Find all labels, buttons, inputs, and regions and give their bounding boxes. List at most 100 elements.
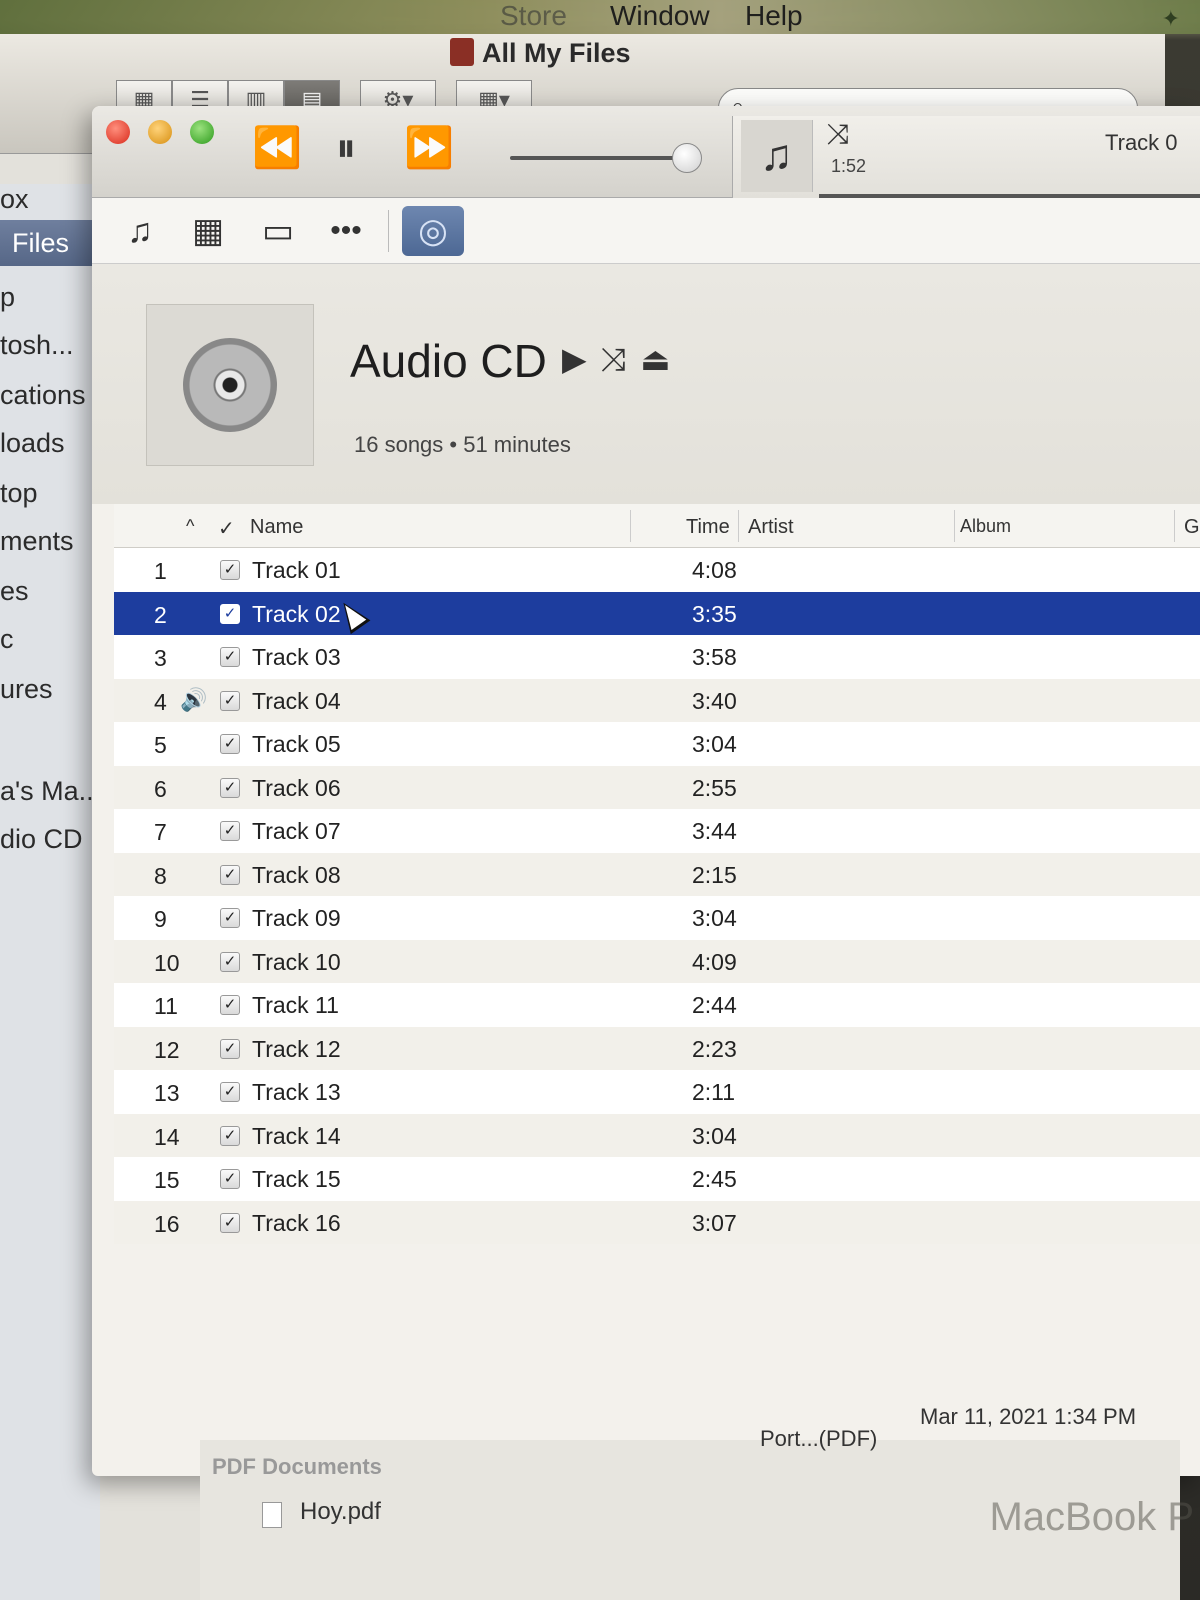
table-row[interactable]: 10 ✓ Track 10 4:09 bbox=[114, 939, 1200, 983]
track-number: 3 bbox=[154, 645, 167, 671]
table-row[interactable]: 6 ✓ Track 06 2:55 bbox=[114, 765, 1200, 809]
music-note-icon: ♫ bbox=[741, 120, 813, 192]
track-checkbox[interactable]: ✓ bbox=[220, 908, 240, 928]
table-row[interactable]: 5 ✓ Track 05 3:04 bbox=[114, 722, 1200, 766]
track-number: 2 bbox=[154, 601, 167, 628]
macbook-bezel-label: MacBook P bbox=[989, 1495, 1194, 1539]
table-row[interactable]: 13 ✓ Track 13 2:11 bbox=[114, 1070, 1200, 1114]
track-number: 10 bbox=[154, 949, 180, 976]
shuffle-cd-icon[interactable]: ⤨ bbox=[601, 341, 641, 377]
music-icon[interactable]: ♫ bbox=[114, 208, 166, 254]
menu-help[interactable]: Help bbox=[745, 0, 803, 32]
now-playing-title: Track 0 bbox=[1105, 130, 1178, 155]
itunes-window: ⏪ ⏸ ⏩ ♫ ⤨ 1:52 Track 0 ♫ ▦ ▭ ••• ◎ Audio… bbox=[92, 106, 1200, 1476]
table-row[interactable]: 4 🔊 ✓ Track 04 3:40 bbox=[114, 678, 1200, 722]
track-checkbox[interactable]: ✓ bbox=[220, 560, 240, 580]
cd-header: Audio CD ▶⤨⏏ 16 songs • 51 minutes bbox=[92, 264, 1200, 504]
cd-icon[interactable]: ◎ bbox=[402, 206, 464, 256]
table-row[interactable]: 2 ✓ Track 02 3:35 bbox=[114, 591, 1200, 635]
track-name: Track 16 bbox=[252, 1209, 341, 1236]
track-number: 5 bbox=[154, 732, 167, 758]
track-time: 2:55 bbox=[692, 774, 737, 801]
file-name[interactable]: Hoy.pdf bbox=[300, 1498, 381, 1526]
track-name: Track 14 bbox=[252, 1122, 341, 1149]
track-number: 9 bbox=[154, 906, 167, 932]
track-checkbox[interactable]: ✓ bbox=[220, 647, 240, 667]
minimize-button[interactable] bbox=[148, 120, 172, 144]
column-name[interactable]: Name bbox=[250, 516, 303, 539]
menu-store[interactable]: Store bbox=[500, 0, 567, 32]
track-checkbox[interactable]: ✓ bbox=[220, 864, 240, 885]
table-row[interactable]: 12 ✓ Track 12 2:23 bbox=[114, 1026, 1200, 1070]
column-genre[interactable]: G bbox=[1184, 516, 1200, 539]
track-number: 12 bbox=[154, 1036, 180, 1063]
shuffle-icon[interactable]: ⤨ bbox=[827, 118, 849, 151]
media-source-bar: ♫ ▦ ▭ ••• ◎ bbox=[92, 198, 1200, 264]
column-divider bbox=[630, 510, 631, 542]
volume-slider[interactable] bbox=[510, 156, 688, 160]
track-time: 3:04 bbox=[692, 1122, 737, 1149]
speaker-icon: 🔊 bbox=[180, 686, 208, 712]
finder-title: All My Files bbox=[450, 38, 631, 69]
track-checkbox[interactable]: ✓ bbox=[220, 777, 240, 798]
table-row[interactable]: 1 ✓ Track 01 4:08 bbox=[114, 548, 1200, 592]
track-time: 3:04 bbox=[692, 905, 737, 931]
cd-title: Audio CD bbox=[350, 335, 547, 387]
track-name: Track 01 bbox=[252, 557, 341, 583]
sort-indicator-icon[interactable]: ^ bbox=[186, 516, 194, 537]
track-number: 8 bbox=[154, 862, 167, 889]
file-kind: Port...(PDF) bbox=[760, 1426, 878, 1451]
track-time: 2:23 bbox=[692, 1035, 737, 1062]
zoom-button[interactable] bbox=[190, 120, 214, 144]
track-name: Track 06 bbox=[252, 774, 341, 801]
track-checkbox[interactable]: ✓ bbox=[220, 1038, 240, 1059]
track-number: 6 bbox=[154, 775, 167, 802]
table-row[interactable]: 9 ✓ Track 09 3:04 bbox=[114, 896, 1200, 940]
column-check[interactable]: ✓ bbox=[218, 516, 235, 541]
table-row[interactable]: 7 ✓ Track 07 3:44 bbox=[114, 809, 1200, 853]
track-checkbox[interactable]: ✓ bbox=[220, 1125, 240, 1146]
table-row[interactable]: 8 ✓ Track 08 2:15 bbox=[114, 852, 1200, 896]
fast-forward-icon[interactable]: ⏩ bbox=[404, 128, 454, 168]
tv-icon[interactable]: ▭ bbox=[252, 208, 304, 254]
track-time: 4:08 bbox=[692, 557, 737, 583]
track-time: 2:15 bbox=[692, 861, 737, 888]
track-time: 2:45 bbox=[692, 1166, 737, 1192]
play-icon[interactable]: ▶ bbox=[562, 341, 601, 377]
rewind-icon[interactable]: ⏪ bbox=[252, 128, 302, 168]
column-album[interactable]: Album bbox=[960, 516, 1011, 537]
source-divider bbox=[388, 210, 389, 252]
disc-icon bbox=[183, 338, 277, 432]
all-my-files-icon bbox=[450, 38, 474, 66]
track-checkbox[interactable]: ✓ bbox=[220, 821, 240, 841]
track-time: 3:40 bbox=[692, 687, 737, 714]
track-number: 1 bbox=[154, 558, 167, 584]
track-checkbox[interactable]: ✓ bbox=[220, 690, 240, 711]
table-row[interactable]: 11 ✓ Track 11 2:44 bbox=[114, 983, 1200, 1027]
pause-icon[interactable]: ⏸ bbox=[336, 128, 356, 168]
track-checkbox[interactable]: ✓ bbox=[220, 734, 240, 754]
table-row[interactable]: 3 ✓ Track 03 3:58 bbox=[114, 635, 1200, 679]
column-time[interactable]: Time bbox=[686, 516, 730, 539]
column-artist[interactable]: Artist bbox=[748, 516, 794, 539]
table-row[interactable]: 16 ✓ Track 16 3:07 bbox=[114, 1200, 1200, 1244]
close-button[interactable] bbox=[106, 120, 130, 144]
menu-window[interactable]: Window bbox=[610, 0, 710, 32]
column-divider bbox=[954, 510, 955, 542]
track-checkbox[interactable]: ✓ bbox=[220, 1082, 240, 1102]
table-row[interactable]: 15 ✓ Track 15 2:45 bbox=[114, 1157, 1200, 1201]
file-date: Mar 11, 2021 1:34 PM bbox=[920, 1404, 1137, 1429]
track-checkbox[interactable]: ✓ bbox=[220, 1169, 240, 1189]
track-number: 14 bbox=[154, 1123, 180, 1150]
track-checkbox[interactable]: ✓ bbox=[220, 951, 240, 972]
dropbox-icon[interactable]: ✦ bbox=[1162, 6, 1180, 32]
volume-knob[interactable] bbox=[672, 143, 702, 173]
eject-icon[interactable]: ⏏ bbox=[640, 341, 684, 377]
more-icon[interactable]: ••• bbox=[320, 208, 372, 254]
track-number: 11 bbox=[154, 993, 178, 1019]
track-checkbox[interactable]: ✓ bbox=[220, 1212, 240, 1233]
track-checkbox[interactable]: ✓ bbox=[220, 995, 240, 1015]
table-row[interactable]: 14 ✓ Track 14 3:04 bbox=[114, 1113, 1200, 1157]
movies-icon[interactable]: ▦ bbox=[182, 208, 234, 254]
track-checkbox[interactable]: ✓ bbox=[220, 603, 240, 624]
